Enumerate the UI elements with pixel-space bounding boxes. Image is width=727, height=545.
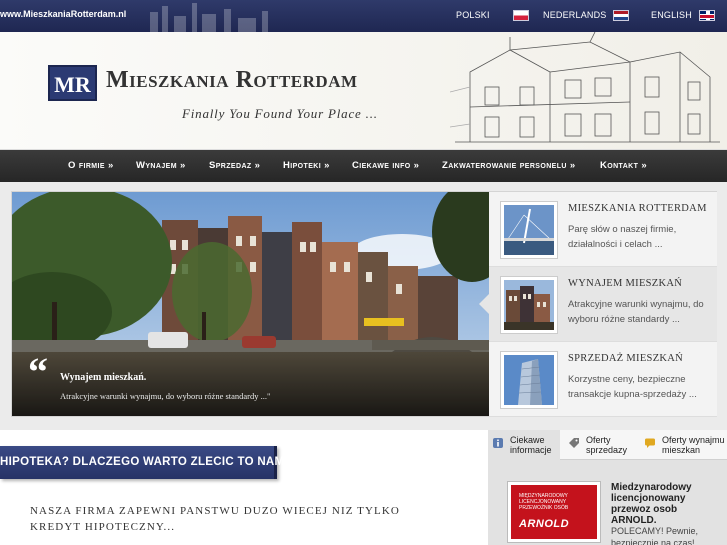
flag-nl-icon[interactable] bbox=[613, 10, 629, 21]
caption-text: Atrakcyjne warunki wynajmu, do wyboru ró… bbox=[60, 391, 271, 401]
chat-icon bbox=[645, 438, 655, 448]
hero-image[interactable]: “ Wynajem mieszkań. Atrakcyjne warunki w… bbox=[12, 192, 489, 416]
tag-icon bbox=[569, 438, 579, 448]
houses-thumbnail bbox=[501, 277, 557, 333]
tower-thumbnail bbox=[501, 352, 557, 408]
tab-label: Oferty wynajmu mieszkan bbox=[662, 435, 725, 455]
arnold-logo-image: MIĘDZYNARODOWY LICENCJONOWANY PRZEWOŹNIK… bbox=[511, 485, 597, 539]
slider-thumbs: MIESZKANIA ROTTERDAM Parę słów o naszej … bbox=[479, 192, 717, 417]
promo-image-text: MIĘDZYNARODOWY LICENCJONOWANY PRZEWOŹNIK… bbox=[519, 493, 569, 511]
thumb-title: MIESZKANIA ROTTERDAM bbox=[568, 203, 707, 214]
promo-text: POLECAMY! Pewnie, bezpiecznie na czas! bbox=[611, 526, 699, 545]
tab-ciekawe-informacje[interactable]: Ciekawe informacje bbox=[488, 430, 560, 460]
section-heading-bar: HIPOTEKA? DLACZEGO WARTO ZLECIC TO NAM? bbox=[0, 446, 291, 479]
nav-kontakt[interactable]: Kontakt » bbox=[600, 160, 647, 171]
thumb-sprzedaz-mieszkan[interactable]: SPRZEDAŻ MIESZKAŃ Korzystne ceny, bezpie… bbox=[489, 342, 717, 417]
top-bar: www.MieszkaniaRotterdam.nl POLSKI NEDERL… bbox=[0, 0, 727, 32]
tab-label: Ciekawe informacje bbox=[510, 435, 552, 455]
nav-hipoteki[interactable]: Hipoteki » bbox=[283, 160, 330, 171]
nav-wynajem[interactable]: Wynajem » bbox=[136, 160, 186, 171]
sidebar-tabs: Ciekawe informacje Oferty sprzedazy Ofer… bbox=[488, 430, 727, 460]
lang-english-link[interactable]: ENGLISH bbox=[651, 10, 692, 20]
thumb-text: Atrakcyjne warunki wynajmu, do wyboru ró… bbox=[568, 299, 704, 325]
intro-text: NASZA FIRMA ZAPEWNI PANSTWU DUZO WIECEJ … bbox=[30, 505, 400, 533]
thumb-text: Korzystne ceny, bezpieczne transakcje ku… bbox=[568, 374, 697, 400]
thumb-text: Parę słów o naszej firmie, działalności … bbox=[568, 224, 677, 250]
info-icon bbox=[493, 438, 503, 448]
thumb-title: WYNAJEM MIESZKAŃ bbox=[568, 278, 683, 289]
main-content: HIPOTEKA? DLACZEGO WARTO ZLECIC TO NAM? … bbox=[0, 430, 488, 545]
bridge-thumbnail bbox=[501, 202, 557, 258]
nav-ciekawe-info[interactable]: Ciekawe info » bbox=[352, 160, 419, 171]
promo-title[interactable]: Miedzynarodowy licencjonowany przewoz os… bbox=[611, 482, 723, 526]
tab-oferty-sprzedazy[interactable]: Oferty sprzedazy bbox=[564, 430, 638, 460]
caption-title: Wynajem mieszkań. bbox=[60, 372, 147, 383]
featured-slider: “ Wynajem mieszkań. Atrakcyjne warunki w… bbox=[11, 191, 717, 417]
nav-zakwaterowanie[interactable]: Zakwaterowanie personelu » bbox=[442, 160, 576, 171]
nav-o-firmie[interactable]: O firmie » bbox=[68, 160, 114, 171]
skyline-graphic bbox=[150, 3, 268, 32]
thumb-title: SPRZEDAŻ MIESZKAŃ bbox=[568, 353, 684, 364]
thumb-wynajem-mieszkan[interactable]: WYNAJEM MIESZKAŃ Atrakcyjne warunki wyna… bbox=[479, 267, 717, 342]
flag-pl-icon[interactable] bbox=[513, 10, 529, 21]
main-nav: O firmie » Wynajem » Sprzedaz » Hipoteki… bbox=[0, 150, 727, 182]
promo-image-logo: ARNOLD bbox=[519, 518, 570, 530]
logo-mark[interactable]: MR bbox=[48, 65, 97, 101]
tab-oferty-wynajmu[interactable]: Oferty wynajmu mieszkan bbox=[640, 430, 727, 460]
site-header: MR Mieszkania Rotterdam Finally You Foun… bbox=[0, 32, 727, 150]
flag-en-icon[interactable] bbox=[699, 10, 715, 21]
nav-sprzedaz[interactable]: Sprzedaz » bbox=[209, 160, 260, 171]
tab-label: Oferty sprzedazy bbox=[586, 435, 628, 455]
lang-polski-link[interactable]: POLSKI bbox=[456, 10, 490, 20]
promo-image[interactable]: MIĘDZYNARODOWY LICENCJONOWANY PRZEWOŹNIK… bbox=[507, 481, 601, 543]
thumb-mieszkania-rotterdam[interactable]: MIESZKANIA ROTTERDAM Parę słów o naszej … bbox=[489, 192, 717, 267]
sidebar-panel: Ciekawe informacje Oferty sprzedazy Ofer… bbox=[488, 430, 727, 545]
quote-icon: “ bbox=[28, 349, 48, 394]
lang-nederlands-link[interactable]: NEDERLANDS bbox=[543, 10, 607, 20]
house-sketch-image bbox=[450, 32, 720, 143]
tagline: Finally You Found Your Place ... bbox=[182, 106, 378, 121]
section-heading: HIPOTEKA? DLACZEGO WARTO ZLECIC TO NAM? bbox=[0, 456, 292, 468]
site-url-link[interactable]: www.MieszkaniaRotterdam.nl bbox=[0, 9, 126, 19]
logo-name[interactable]: Mieszkania Rotterdam bbox=[106, 67, 358, 94]
